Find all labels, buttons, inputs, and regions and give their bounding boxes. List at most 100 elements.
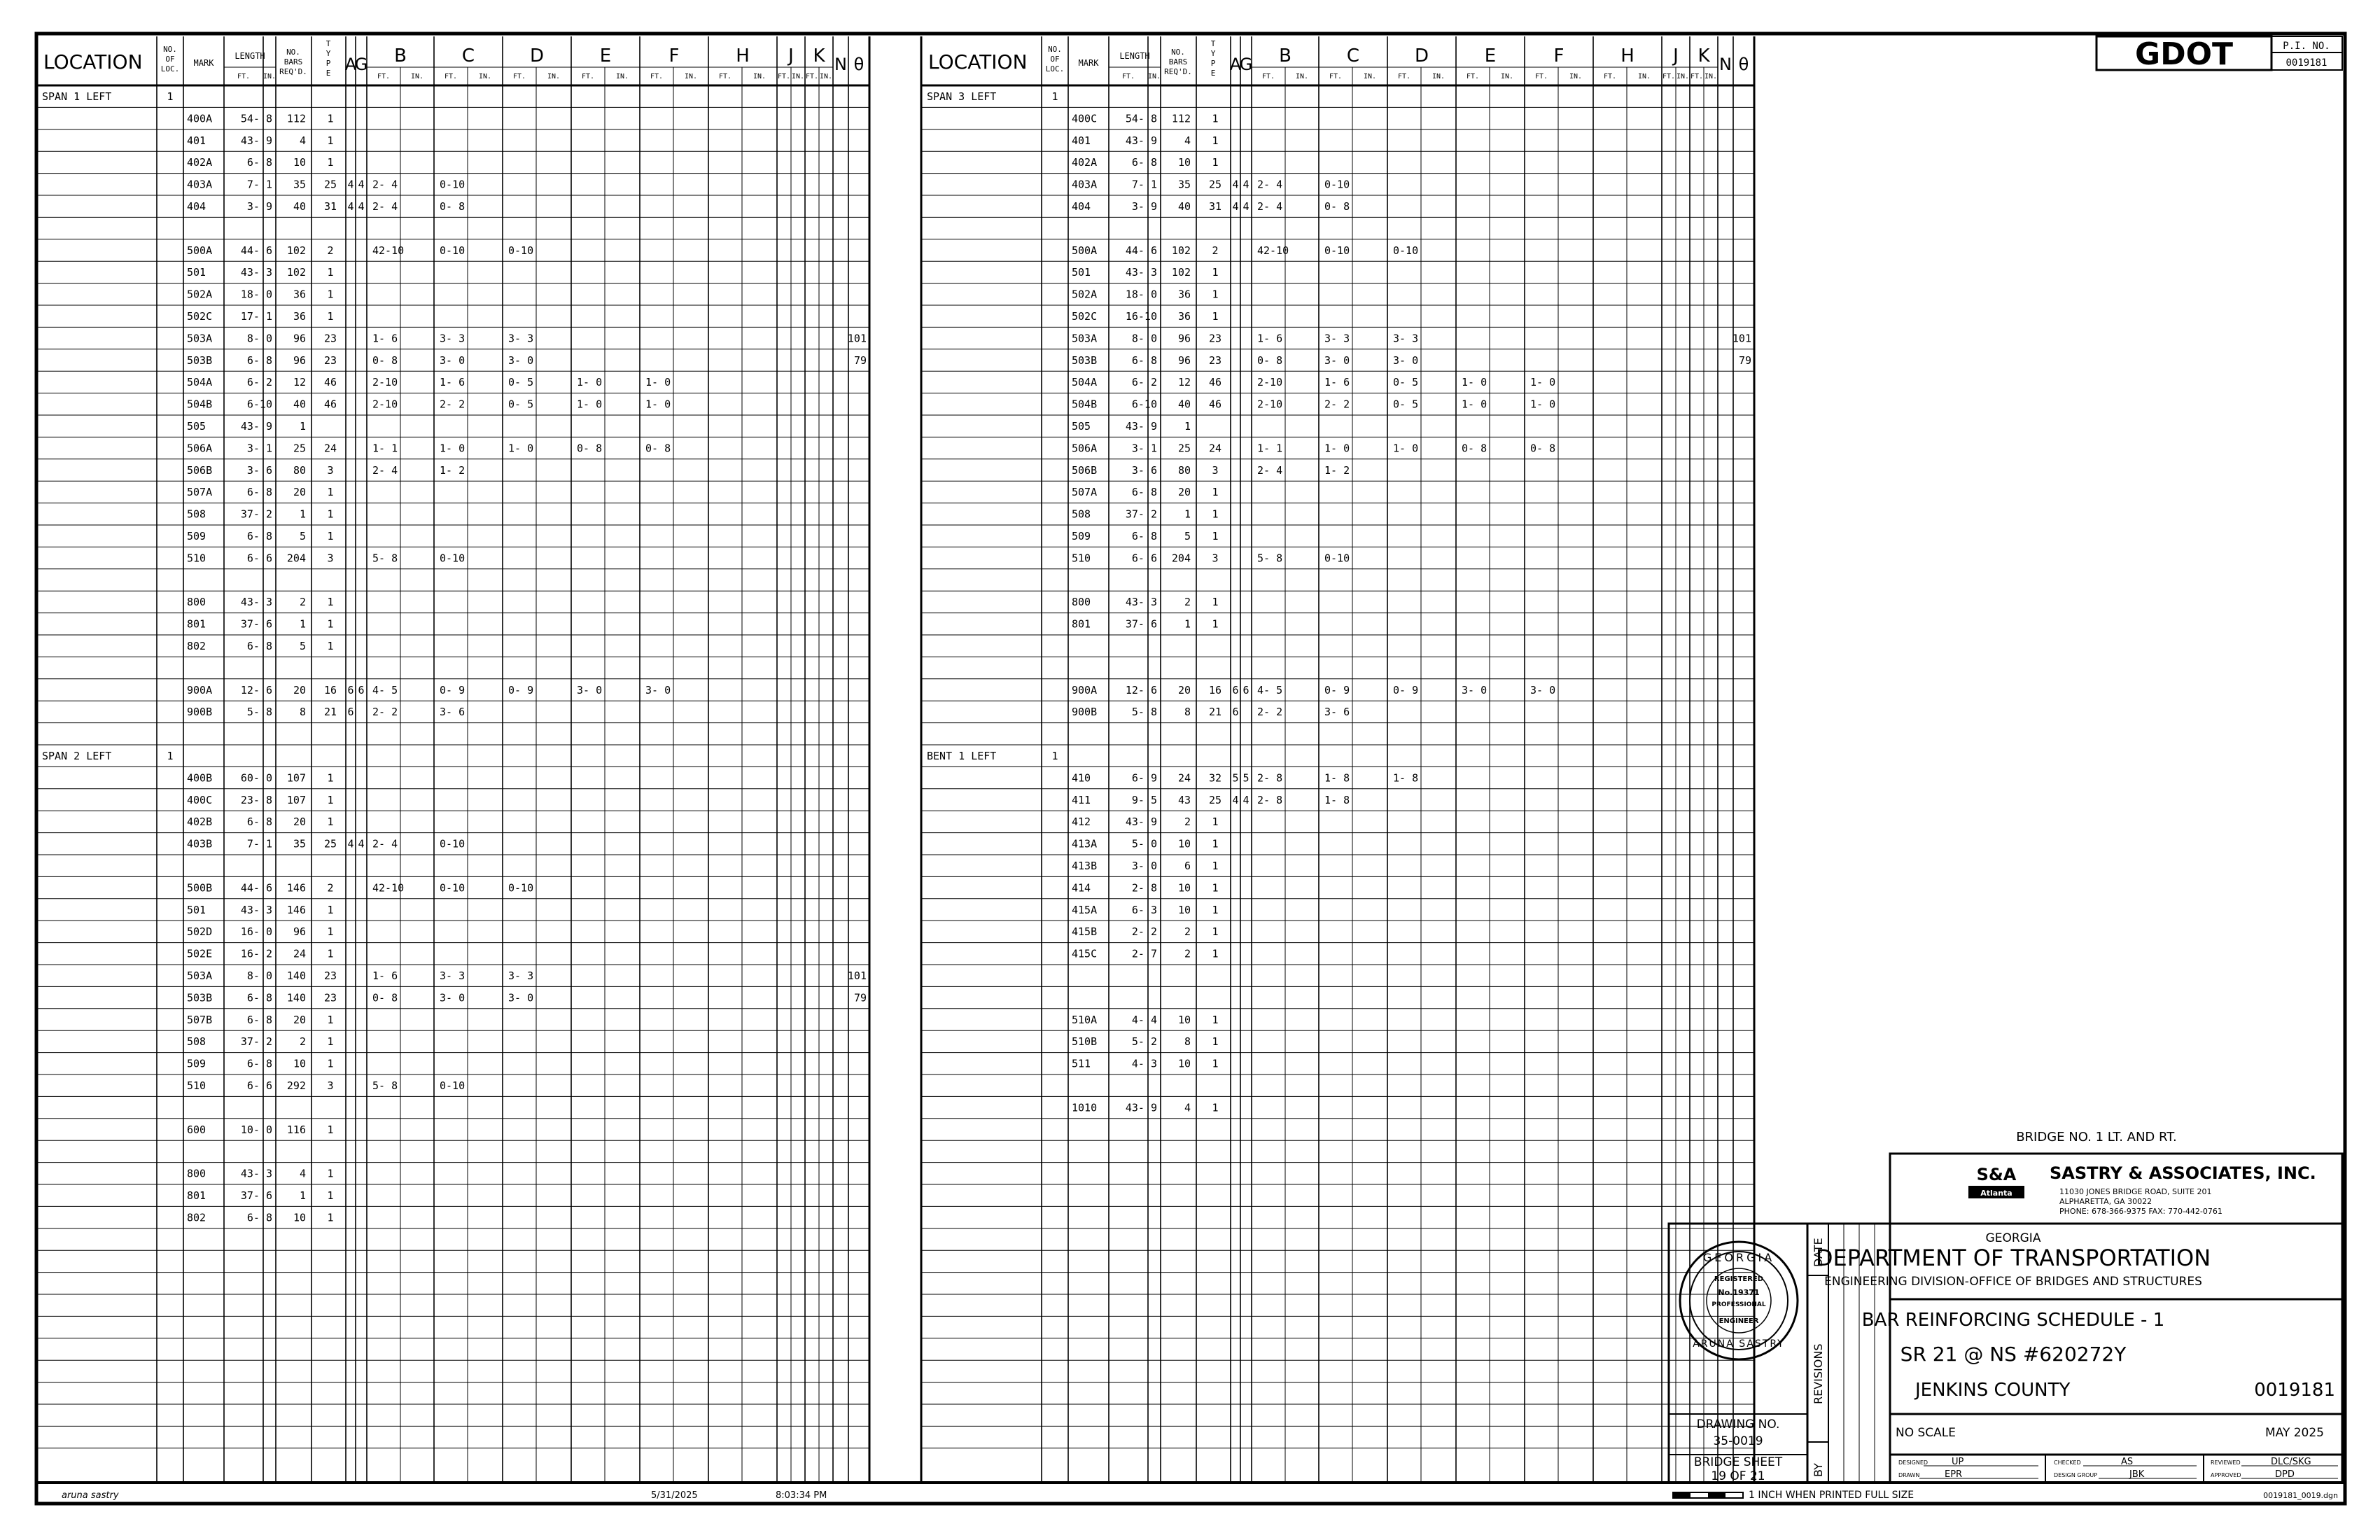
no-bars-header: REQ'D.: [1164, 67, 1192, 76]
row-mark: 511: [1072, 1058, 1091, 1070]
row-dim-c: 0-10: [440, 244, 465, 257]
row-no-of-loc: 1: [1051, 90, 1058, 103]
no-of-loc-header: NO.: [163, 45, 177, 54]
dim-header-b: B: [394, 46, 407, 66]
row-mark: 402A: [187, 156, 212, 169]
row-dim-d: 0-10: [508, 881, 533, 894]
row-dim-d: 1- 8: [1393, 771, 1418, 784]
row-bars-reqd: 140: [287, 969, 306, 982]
row-dim-c: 1- 2: [440, 464, 465, 477]
row-dim-b: 2- 4: [372, 200, 398, 213]
row-length: 37- 6: [241, 1189, 272, 1202]
dim-in-header: IN.: [1569, 73, 1582, 80]
row-bars-reqd: 20: [1178, 684, 1191, 696]
consultant-phone: PHONE: 678-366-9375 FAX: 770-442-0761: [2059, 1207, 2222, 1216]
row-mark: 802: [187, 640, 206, 652]
row-type: 1: [327, 266, 333, 279]
footer-date: 5/31/2025: [651, 1490, 698, 1501]
row-dim-b: 1- 1: [1257, 442, 1282, 454]
row-dim-c: 0-10: [1324, 552, 1350, 564]
schedule-row: 505 43- 9 1: [187, 420, 306, 433]
row-dim-c: 0-10: [440, 1079, 465, 1092]
row-type: 23: [324, 991, 337, 1004]
schedule-row: 504B 6-10 40 46 2-10 2- 2 0- 5 1- 0 1- 0: [1072, 398, 1555, 411]
dim-header-e: E: [600, 46, 611, 66]
row-bars-reqd: 20: [293, 684, 306, 696]
row-theta: 79: [854, 354, 867, 367]
row-length: 6-10: [1132, 398, 1157, 411]
row-bars-reqd: 1: [300, 420, 306, 433]
row-bars-reqd: 102: [1172, 244, 1191, 257]
row-mark: 507A: [1072, 486, 1097, 498]
row-dim-b: 1- 6: [372, 969, 398, 982]
row-bars-reqd: 102: [287, 244, 306, 257]
row-mark: 509: [1072, 530, 1091, 542]
row-mark: 504A: [1072, 376, 1097, 388]
row-length: 6- 6: [247, 1079, 272, 1092]
dim-ft-header: FT.: [1466, 73, 1479, 80]
state-name: GEORGIA: [1986, 1231, 2041, 1245]
row-g: 5: [1242, 771, 1249, 784]
type-header: T: [326, 39, 331, 48]
row-mark: 801: [1072, 618, 1091, 631]
consultant-address-2: ALPHARETTA, GA 30022: [2059, 1197, 2152, 1206]
row-type: 32: [1209, 771, 1222, 784]
row-mark: 507B: [187, 1014, 212, 1026]
row-a: 6: [1232, 684, 1238, 696]
row-bars-reqd: 1: [300, 618, 306, 631]
row-type: 25: [324, 178, 337, 191]
row-dim-d: 0- 5: [1393, 376, 1418, 388]
row-type: 1: [1212, 860, 1218, 872]
row-length: 5- 8: [1132, 706, 1157, 718]
row-length: 6- 2: [1132, 376, 1157, 388]
row-bars-reqd: 292: [287, 1079, 306, 1092]
row-length: 3- 0: [1132, 860, 1157, 872]
revisions-column-label: REVISIONS: [1812, 1344, 1825, 1404]
drawing-no: 35-0019: [1713, 1434, 1763, 1448]
row-mark: 502A: [1072, 288, 1097, 301]
type-header: E: [1211, 69, 1216, 78]
row-type: 1: [327, 596, 333, 608]
row-dim-b: 4- 5: [372, 684, 398, 696]
row-mark: 400C: [187, 794, 212, 806]
schedule-row: 410 6- 9 24 32 5 5 2- 8 1- 8 1- 8: [1072, 771, 1418, 784]
scale-bar: [1672, 1492, 1744, 1499]
row-type: 3: [327, 1079, 333, 1092]
schedule-row: 500A 44- 6 102 2 42-10 0-10 0-10: [1072, 244, 1418, 257]
type-header: Y: [326, 49, 331, 58]
row-type: 1: [1212, 618, 1218, 631]
row-mark: 900A: [187, 684, 212, 696]
issue-date: MAY 2025: [2265, 1426, 2324, 1440]
schedule-row: 403A 7- 1 35 25 4 4 2- 4 0-10: [1072, 178, 1350, 191]
drawing-no-label: DRAWING NO.: [1697, 1418, 1780, 1432]
schedule-row: 403B 7- 1 35 25 4 4 2- 4 0-10: [187, 838, 465, 850]
row-bars-reqd: 35: [293, 178, 306, 191]
row-dim-e: 1- 0: [1462, 398, 1487, 411]
row-no-of-loc: 1: [167, 750, 173, 762]
row-length: 3- 1: [247, 442, 272, 454]
row-dim-c: 1- 2: [1324, 464, 1350, 477]
by-column-label: BY: [1812, 1463, 1825, 1477]
dim-ft-header: FT.: [1398, 73, 1410, 80]
row-length: 8- 0: [1132, 332, 1157, 344]
row-dim-c: 0-10: [440, 881, 465, 894]
county-name: JENKINS COUNTY: [1914, 1380, 2070, 1401]
row-type: 1: [327, 486, 333, 498]
row-no-of-loc: 1: [1051, 750, 1058, 762]
row-dim-d: 0-10: [508, 244, 533, 257]
row-type: 1: [1212, 530, 1218, 542]
no-bars-header: NO.: [286, 48, 300, 57]
row-length: 6- 8: [247, 354, 272, 367]
row-type: 23: [1209, 332, 1222, 344]
row-length: 37- 2: [1126, 508, 1157, 521]
dim-in-header: IN.: [1704, 73, 1717, 80]
row-type: 1: [1212, 508, 1218, 521]
row-mark: 403B: [187, 838, 212, 850]
row-length: 37- 6: [241, 618, 272, 631]
row-bars-reqd: 35: [1178, 178, 1191, 191]
row-dim-f: 1- 0: [1530, 376, 1555, 388]
row-length: 43- 3: [241, 266, 272, 279]
row-dim-c: 0-10: [1324, 178, 1350, 191]
row-dim-f: 1- 0: [645, 398, 671, 411]
row-bars-reqd: 204: [1172, 552, 1191, 564]
